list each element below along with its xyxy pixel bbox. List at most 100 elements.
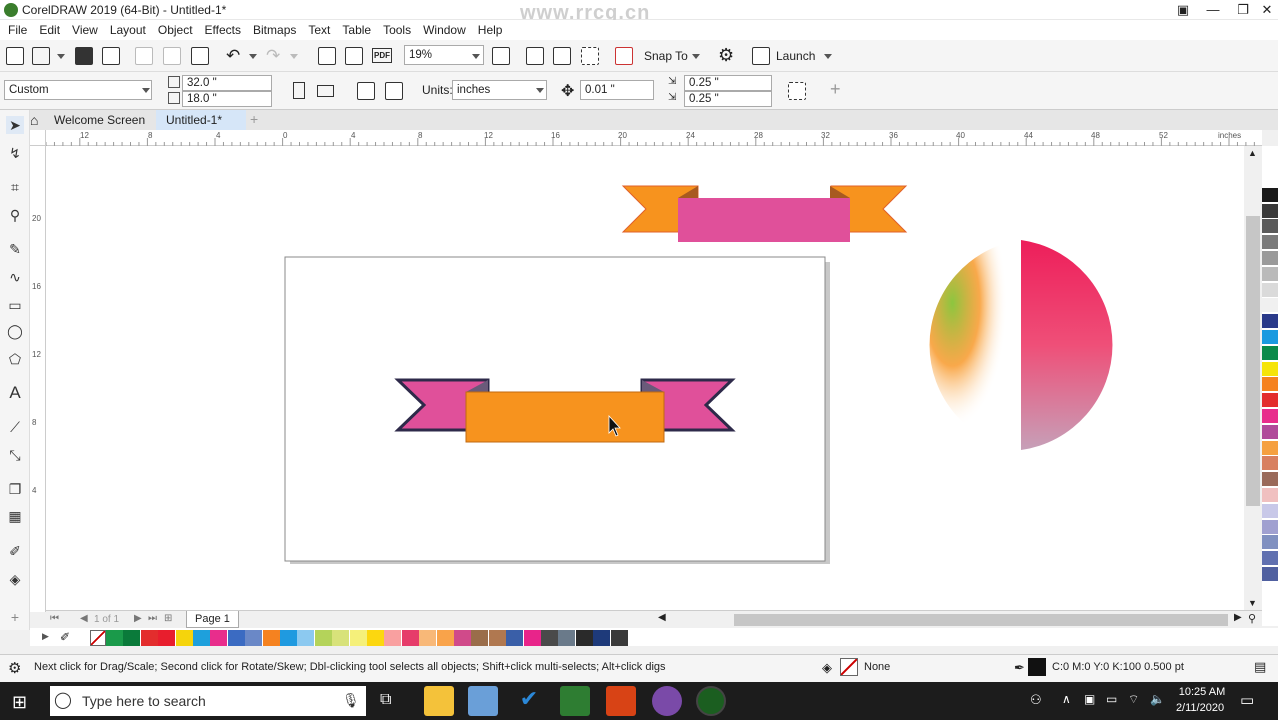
horizontal-scroll-thumb[interactable]	[734, 614, 1228, 626]
current-page-icon[interactable]	[385, 82, 403, 100]
launch-icon[interactable]	[752, 47, 770, 65]
color-swatch[interactable]	[523, 630, 541, 646]
menu-help[interactable]: Help	[472, 20, 509, 40]
ellipse-tool-icon[interactable]: ◯	[6, 322, 24, 340]
color-swatch[interactable]	[1262, 535, 1278, 551]
volume-icon[interactable]: 🔈	[1150, 692, 1165, 706]
last-page-icon[interactable]: ⏭	[148, 613, 157, 624]
status-settings-icon[interactable]: ⚙	[8, 659, 21, 677]
color-swatch[interactable]	[140, 630, 158, 646]
color-swatch[interactable]	[575, 630, 593, 646]
color-swatch[interactable]	[1262, 361, 1278, 377]
people-icon[interactable]: ⚇	[1030, 692, 1042, 708]
quick-customize-icon[interactable]: +	[6, 608, 24, 626]
taskbar-search-box[interactable]: ◯ Type here to search 🎙	[50, 686, 366, 716]
help-icon[interactable]: ▣	[1168, 0, 1198, 20]
open-dropdown-icon[interactable]	[57, 54, 65, 59]
color-swatch[interactable]	[262, 630, 280, 646]
camtasia-icon[interactable]	[560, 686, 590, 716]
prev-page-icon[interactable]: ◀	[80, 613, 88, 624]
snap-to-dropdown-icon[interactable]	[692, 54, 700, 59]
color-swatch[interactable]	[193, 630, 210, 646]
color-swatch[interactable]	[1262, 567, 1278, 582]
add-property-icon[interactable]: +	[830, 79, 841, 100]
shape-tool-icon[interactable]: ↯	[6, 144, 24, 162]
color-swatch[interactable]	[332, 630, 350, 646]
new-document-icon[interactable]	[6, 47, 24, 65]
drawing-canvas[interactable]	[46, 146, 1244, 610]
color-swatch[interactable]	[419, 630, 437, 646]
color-swatch[interactable]	[1262, 235, 1278, 251]
zoom-tool-icon[interactable]: ⚲	[6, 206, 24, 224]
taskbar-time[interactable]: 10:25 AM	[1176, 686, 1228, 698]
page-width-field[interactable]: 32.0 "	[182, 75, 272, 91]
polygon-tool-icon[interactable]: ⬠	[6, 350, 24, 368]
color-swatch[interactable]	[1262, 266, 1278, 282]
add-page-icon[interactable]: ⊞	[164, 613, 172, 624]
color-swatch[interactable]	[1262, 330, 1278, 345]
notifications-icon[interactable]: ▭	[1240, 691, 1254, 709]
artistic-media-tool-icon[interactable]: ∿	[6, 268, 24, 286]
fill-icon[interactable]: ◈	[822, 660, 832, 676]
menu-file[interactable]: File	[2, 20, 33, 40]
color-swatch[interactable]	[506, 630, 524, 646]
color-swatch[interactable]	[1262, 282, 1278, 298]
outline-color-swatch[interactable]	[1028, 658, 1046, 676]
menu-object[interactable]: Object	[152, 20, 199, 40]
menu-table[interactable]: Table	[336, 20, 377, 40]
close-button[interactable]: ✕	[1252, 0, 1278, 20]
color-swatch[interactable]	[454, 630, 471, 646]
full-screen-preview-icon[interactable]	[492, 47, 510, 65]
export-icon[interactable]	[345, 47, 363, 65]
color-swatch[interactable]	[610, 630, 628, 646]
show-grid-icon[interactable]	[553, 47, 571, 65]
page-preset-dropdown-icon[interactable]	[142, 88, 150, 93]
browser-icon[interactable]	[652, 686, 682, 716]
home-icon[interactable]: ⌂	[30, 112, 38, 128]
color-swatch[interactable]	[1262, 503, 1278, 519]
menu-text[interactable]: Text	[302, 20, 336, 40]
color-swatch[interactable]	[1262, 440, 1278, 456]
print-icon[interactable]	[102, 47, 120, 65]
units-select[interactable]: inches	[452, 80, 547, 100]
battery-icon[interactable]: ▭	[1106, 692, 1117, 706]
vertical-scroll-thumb[interactable]	[1246, 216, 1260, 506]
coreldraw-taskbar-icon[interactable]	[696, 686, 726, 716]
color-swatch[interactable]	[1262, 551, 1278, 567]
no-color-swatch[interactable]	[90, 630, 106, 646]
menu-window[interactable]: Window	[417, 20, 472, 40]
scroll-left-icon[interactable]: ◀	[658, 612, 666, 623]
tab-untitled-1[interactable]: Untitled-1*	[156, 110, 246, 130]
new-tab-icon[interactable]: +	[250, 111, 258, 127]
text-tool-icon[interactable]: A	[6, 384, 24, 402]
copy-icon[interactable]	[163, 47, 181, 65]
show-guidelines-icon[interactable]	[581, 47, 599, 65]
snap-to-icon[interactable]	[615, 47, 633, 65]
color-swatch[interactable]	[1262, 314, 1278, 330]
zoom-dropdown-icon[interactable]	[472, 54, 480, 59]
fill-none-swatch[interactable]	[840, 658, 858, 676]
color-swatch[interactable]	[1262, 345, 1278, 361]
navigator-icon[interactable]: ⚲	[1248, 612, 1256, 625]
color-swatch[interactable]	[1262, 298, 1278, 314]
palette-eyedropper-icon[interactable]: ✐	[60, 630, 70, 644]
page-height-field[interactable]: 18.0 "	[182, 91, 272, 107]
units-dropdown-icon[interactable]	[536, 88, 544, 93]
landscape-icon[interactable]	[317, 85, 334, 97]
color-swatch[interactable]	[349, 630, 367, 646]
color-swatch[interactable]	[1262, 424, 1278, 440]
redo-dropdown-icon[interactable]	[290, 54, 298, 59]
interactive-fill-tool-icon[interactable]: ◈	[6, 570, 24, 588]
page-preset-select[interactable]: Custom	[4, 80, 152, 100]
todo-check-icon[interactable]: ✔	[514, 686, 544, 716]
color-swatch[interactable]	[593, 630, 611, 646]
app-icon[interactable]	[468, 686, 498, 716]
duplicate-x-field[interactable]: 0.25 "	[684, 75, 772, 91]
first-page-icon[interactable]: ⏮	[50, 613, 59, 624]
color-swatch[interactable]	[1262, 488, 1278, 503]
menu-effects[interactable]: Effects	[199, 20, 247, 40]
color-swatch[interactable]	[175, 630, 193, 646]
tray-expand-icon[interactable]: ∧	[1062, 692, 1071, 706]
windows-start-icon[interactable]: ⊞	[12, 692, 27, 713]
eyedropper-tool-icon[interactable]: ✐	[6, 542, 24, 560]
